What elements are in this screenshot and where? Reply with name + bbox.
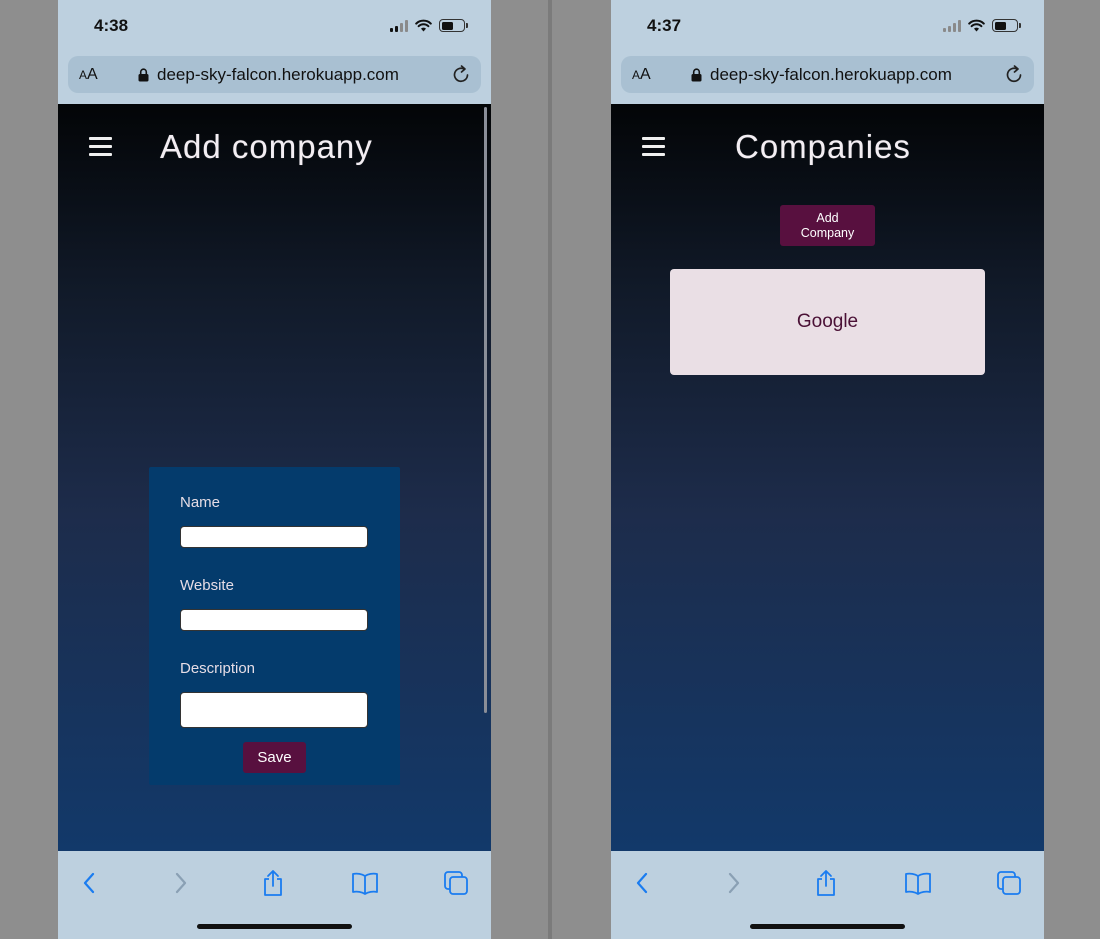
company-card[interactable]: Google	[670, 269, 985, 375]
description-label: Description	[180, 660, 256, 677]
hamburger-icon[interactable]	[642, 137, 665, 157]
home-indicator[interactable]	[197, 924, 352, 929]
home-indicator[interactable]	[750, 924, 905, 929]
url-text: deep-sky-falcon.herokuapp.com	[157, 65, 399, 84]
web-content: Companies Add Company Google	[611, 104, 1044, 851]
back-chevron-icon[interactable]	[627, 868, 657, 898]
forward-chevron-icon[interactable]	[166, 868, 196, 898]
status-bar: 4:38	[58, 0, 491, 52]
status-time: 4:37	[647, 16, 682, 35]
company-name: Google	[796, 311, 859, 332]
wifi-icon	[415, 19, 432, 32]
page-title: Add company	[160, 128, 373, 165]
name-input[interactable]	[180, 526, 368, 548]
lock-icon	[691, 68, 702, 82]
forward-chevron-icon[interactable]	[719, 868, 749, 898]
status-time: 4:38	[94, 16, 129, 35]
save-button[interactable]: Save	[243, 742, 306, 773]
status-bar: 4:37	[611, 0, 1044, 52]
address-bar[interactable]: AA deep-sky-falcon.herokuapp.com	[621, 56, 1034, 93]
browser-toolbar	[58, 851, 491, 939]
website-label: Website	[180, 577, 234, 594]
tabs-icon[interactable]	[441, 868, 471, 898]
web-content: Add company Name Website Description Sav…	[58, 104, 491, 851]
url-display[interactable]: deep-sky-falcon.herokuapp.com	[138, 65, 399, 85]
share-icon[interactable]	[811, 868, 841, 898]
battery-icon	[992, 19, 1021, 32]
right-phone-screen: 4:37 AA deep-sky-falcon.herokuapp.com Co…	[611, 0, 1044, 939]
reload-icon[interactable]	[1005, 64, 1024, 84]
url-text: deep-sky-falcon.herokuapp.com	[710, 65, 952, 84]
text-size-button[interactable]: AA	[632, 66, 651, 84]
screenshot-divider	[548, 0, 552, 939]
status-icons	[390, 19, 468, 32]
address-bar[interactable]: AA deep-sky-falcon.herokuapp.com	[68, 56, 481, 93]
back-chevron-icon[interactable]	[74, 868, 104, 898]
left-phone-screen: 4:38 AA deep-sky-falcon.herokuapp.com Ad…	[58, 0, 491, 939]
bookmarks-icon[interactable]	[350, 868, 380, 898]
cellular-signal-icon	[943, 19, 961, 32]
add-company-button[interactable]: Add Company	[780, 205, 875, 246]
share-icon[interactable]	[258, 868, 288, 898]
website-input[interactable]	[180, 609, 368, 631]
name-label: Name	[180, 494, 221, 511]
wifi-icon	[968, 19, 985, 32]
battery-icon	[439, 19, 468, 32]
cellular-signal-icon	[390, 19, 408, 32]
description-input[interactable]	[180, 692, 368, 728]
url-display[interactable]: deep-sky-falcon.herokuapp.com	[691, 65, 952, 85]
tabs-icon[interactable]	[994, 868, 1024, 898]
lock-icon	[138, 68, 149, 82]
hamburger-icon[interactable]	[89, 137, 112, 157]
reload-icon[interactable]	[452, 64, 471, 84]
scrollbar[interactable]	[484, 107, 487, 713]
add-company-form: Name Website Description Save	[149, 467, 400, 785]
page-title: Companies	[735, 128, 911, 165]
browser-toolbar	[611, 851, 1044, 939]
bookmarks-icon[interactable]	[903, 868, 933, 898]
status-icons	[943, 19, 1021, 32]
text-size-button[interactable]: AA	[79, 66, 98, 84]
